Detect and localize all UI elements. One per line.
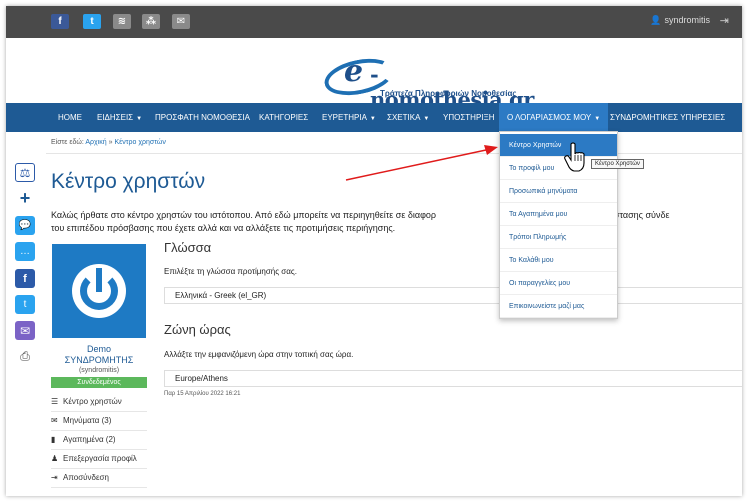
hand-cursor-icon: [564, 142, 585, 172]
arrow-head: [484, 145, 498, 155]
annotation-arrow: [345, 145, 498, 181]
browser-frame: f t ≋ ⁂ ✉ 👤 syndromitis ⇥ e -nomothesia.g…: [6, 6, 742, 496]
arrow-line: [345, 149, 487, 181]
